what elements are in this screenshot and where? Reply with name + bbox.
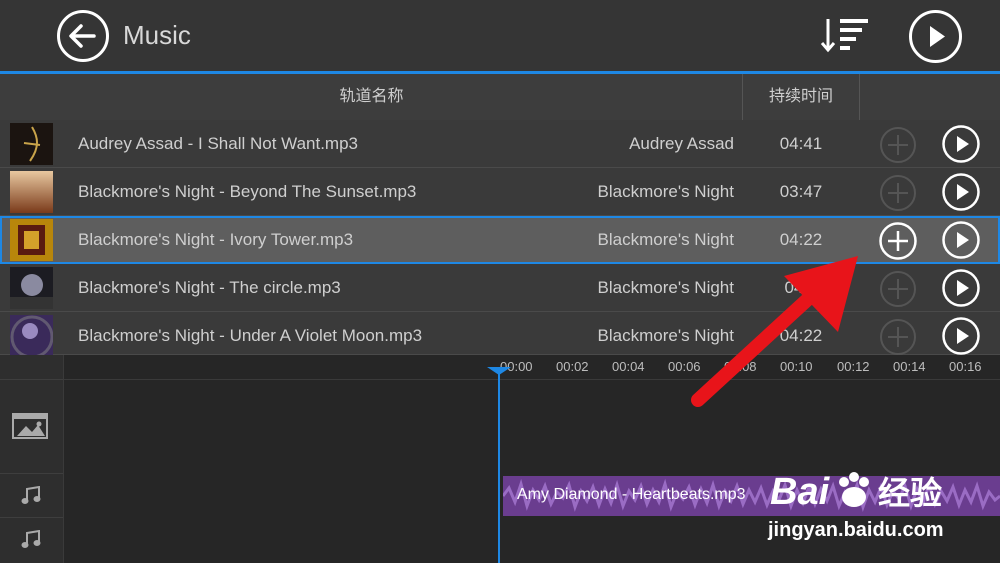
red-arrow-annotation (691, 256, 858, 407)
album-art-image (10, 267, 53, 309)
divider (0, 517, 63, 518)
watermark-url: jingyan.baidu.com (768, 519, 944, 541)
play-track-button[interactable] (942, 173, 980, 211)
track-artist: Audrey Assad (629, 134, 734, 153)
track-name: Audrey Assad - I Shall Not Want.mp3 (78, 134, 358, 153)
track-name: Blackmore's Night - Ivory Tower.mp3 (78, 230, 354, 249)
music-note-icon[interactable] (20, 486, 42, 506)
track-name: Blackmore's Night - The circle.mp3 (78, 278, 341, 297)
album-art-image (10, 171, 53, 213)
add-icon[interactable] (879, 222, 917, 260)
track-duration: 03:47 (779, 182, 823, 201)
play-track-button[interactable] (942, 125, 980, 163)
back-button[interactable] (57, 10, 109, 62)
playhead[interactable] (498, 370, 500, 563)
album-art-image (10, 123, 53, 165)
sort-icon[interactable] (820, 15, 872, 55)
play-all-button[interactable] (909, 10, 962, 63)
time-tick: 00:14 (893, 359, 926, 374)
album-art-image (10, 219, 53, 261)
track-row[interactable]: Audrey Assad - I Shall Not Want.mp3 Audr… (0, 120, 1000, 168)
column-track-name[interactable]: 轨道名称 (0, 74, 743, 120)
play-track-button[interactable] (942, 317, 980, 355)
add-icon[interactable] (879, 318, 917, 356)
watermark-brand2: 经验 (878, 475, 943, 511)
play-icon (930, 26, 945, 47)
track-artist: Blackmore's Night (597, 182, 734, 201)
time-tick: 00:02 (556, 359, 589, 374)
track-duration: 04:41 (779, 134, 823, 153)
track-name: Blackmore's Night - Beyond The Sunset.mp… (78, 182, 417, 201)
divider (0, 473, 63, 474)
divider (0, 379, 63, 380)
play-track-button[interactable] (942, 221, 980, 259)
add-icon[interactable] (879, 270, 917, 308)
clip-label: Amy Diamond - Heartbeats.mp3 (517, 486, 746, 503)
album-art-image (10, 315, 53, 357)
add-icon[interactable] (879, 126, 917, 164)
arrow-left-icon (69, 24, 96, 48)
play-track-button[interactable] (942, 269, 980, 307)
baidu-watermark: Bai 经验 (770, 468, 942, 514)
time-tick: 00:04 (612, 359, 645, 374)
table-header: 轨道名称 持续时间 (0, 74, 1000, 121)
track-row[interactable]: Blackmore's Night - Beyond The Sunset.mp… (0, 168, 1000, 216)
track-name: Blackmore's Night - Under A Violet Moon.… (78, 326, 423, 345)
add-icon[interactable] (879, 174, 917, 212)
music-note-icon[interactable] (20, 530, 42, 550)
time-tick: 00:16 (949, 359, 982, 374)
video-image-track-icon[interactable] (12, 411, 50, 441)
paw-icon (838, 472, 869, 507)
track-type-column (0, 355, 64, 563)
page-title: Music (123, 20, 191, 50)
column-duration[interactable]: 持续时间 (743, 74, 859, 120)
watermark-brand: Bai (770, 471, 830, 513)
